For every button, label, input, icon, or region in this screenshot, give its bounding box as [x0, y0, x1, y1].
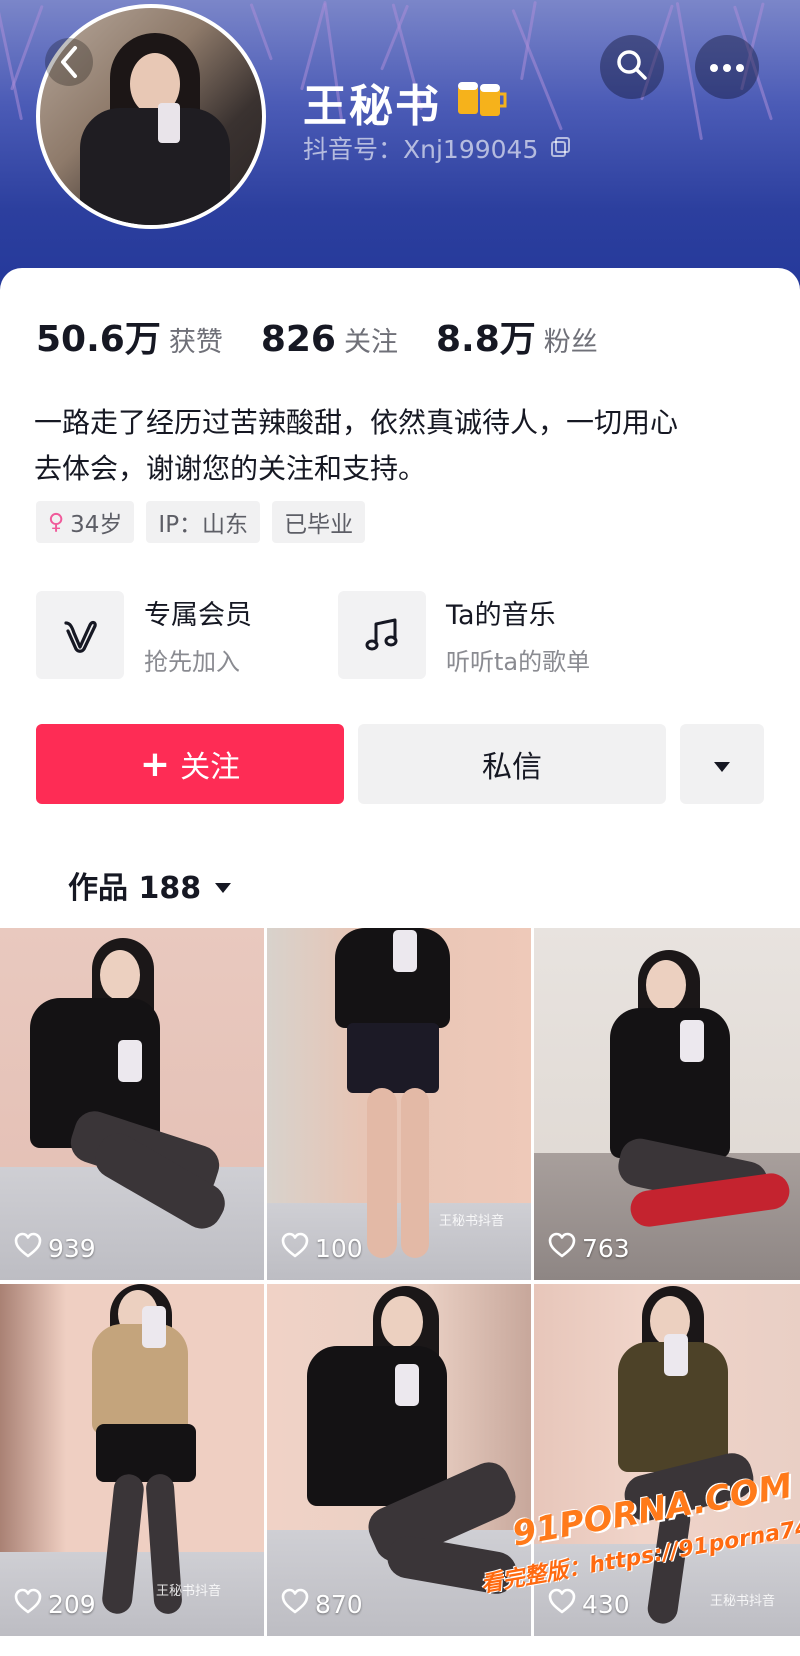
copy-icon[interactable]: [550, 136, 572, 162]
video-likes: 870: [281, 1588, 363, 1620]
stat-value: 826: [260, 319, 336, 360]
avatar-figure-phone: [158, 103, 180, 143]
lavender-blade: [511, 8, 563, 131]
music-subtitle: 听听ta的歌单: [446, 648, 591, 676]
video-likes: 209: [14, 1588, 96, 1620]
tag-row: ♀ 34岁 IP：山东 已毕业: [36, 501, 377, 543]
member-entry[interactable]: 专属会员 抢先加入: [36, 591, 252, 679]
heart-icon: [548, 1232, 582, 1264]
stat-label: 关注: [343, 327, 398, 358]
member-subtitle: 抢先加入: [144, 648, 240, 676]
tag-ip: IP：山东: [146, 501, 261, 543]
caret-down-icon: [213, 868, 233, 903]
heart-icon: [281, 1232, 315, 1264]
avatar-figure-body: [80, 108, 230, 225]
plus-icon: +: [139, 743, 171, 785]
profile-name: 王秘书: [303, 81, 441, 132]
tag-age-label: 34岁: [70, 512, 123, 538]
lavender-blade: [249, 3, 273, 61]
likes-count: 870: [315, 1589, 363, 1619]
likes-count: 939: [48, 1233, 96, 1263]
stat-following[interactable]: 826 关注: [261, 319, 398, 360]
likes-count: 763: [582, 1233, 630, 1263]
message-button[interactable]: 私信: [358, 724, 666, 804]
bio: 一路走了经历过苦辣酸甜，依然真诚待人，一切用心 去体会，谢谢您的关注和支持。: [34, 400, 764, 492]
back-icon[interactable]: [45, 38, 93, 86]
thumbnail-watermark: 王秘书抖音: [439, 1214, 505, 1229]
caret-down-icon: [712, 747, 732, 782]
likes-count: 209: [48, 1589, 96, 1619]
music-entry[interactable]: Ta的音乐 听听ta的歌单: [338, 591, 590, 679]
tag-status: 已毕业: [272, 501, 366, 543]
video-thumbnail[interactable]: 939: [0, 928, 264, 1280]
video-thumbnail[interactable]: 763: [534, 928, 800, 1280]
stat-value: 8.8万: [435, 319, 536, 360]
profile-card: 50.6万 获赞 826 关注 8.8万 粉丝 一路走了经历过苦辣酸甜，依然真诚…: [0, 268, 800, 928]
heart-icon: [281, 1588, 315, 1620]
more-button[interactable]: [695, 35, 759, 99]
stat-value: 50.6万: [36, 319, 161, 360]
heart-icon: [14, 1588, 48, 1620]
heart-icon: [14, 1232, 48, 1264]
bio-line: 去体会，谢谢您的关注和支持。: [34, 452, 427, 485]
stat-label: 获赞: [168, 327, 223, 358]
more-icon: [709, 58, 745, 77]
message-label: 私信: [482, 750, 542, 785]
likes-count: 100: [315, 1233, 363, 1263]
music-title: Ta的音乐: [446, 600, 556, 631]
stat-followers[interactable]: 8.8万 粉丝: [436, 310, 598, 362]
tab-works[interactable]: 作品 188: [68, 863, 233, 907]
video-likes: 100: [281, 1232, 363, 1264]
douyin-id: 抖音号：Xnj199045: [303, 135, 539, 164]
stat-likes[interactable]: 50.6万 获赞: [36, 310, 223, 362]
search-button[interactable]: [600, 35, 664, 99]
stats-row: 50.6万 获赞 826 关注 8.8万 粉丝: [36, 310, 636, 362]
follow-button[interactable]: + 关注: [36, 724, 344, 804]
profile-header: 王秘书 抖音号：Xnj199045: [0, 0, 800, 300]
video-likes: 763: [548, 1232, 630, 1264]
lavender-blade: [10, 4, 44, 91]
video-likes: 939: [14, 1232, 96, 1264]
works-tab-label: 作品 188: [68, 871, 202, 906]
bio-line: 一路走了经历过苦辣酸甜，依然真诚待人，一切用心: [34, 406, 679, 439]
vip-icon: [36, 591, 124, 679]
more-options-button[interactable]: [680, 724, 764, 804]
female-icon: ♀: [48, 509, 65, 535]
stat-label: 粉丝: [543, 327, 598, 358]
thumbnail-watermark: 王秘书抖音: [156, 1584, 222, 1599]
beer-emoji-icon: [452, 74, 508, 124]
music-note-icon: [338, 591, 426, 679]
follow-label: 关注: [180, 750, 241, 785]
video-thumbnail[interactable]: 王秘书抖音 100: [267, 928, 531, 1280]
member-title: 专属会员: [144, 600, 252, 631]
video-thumbnail[interactable]: 王秘书抖音 209: [0, 1284, 264, 1636]
search-icon: [615, 48, 649, 86]
tag-age: ♀ 34岁: [36, 501, 135, 543]
